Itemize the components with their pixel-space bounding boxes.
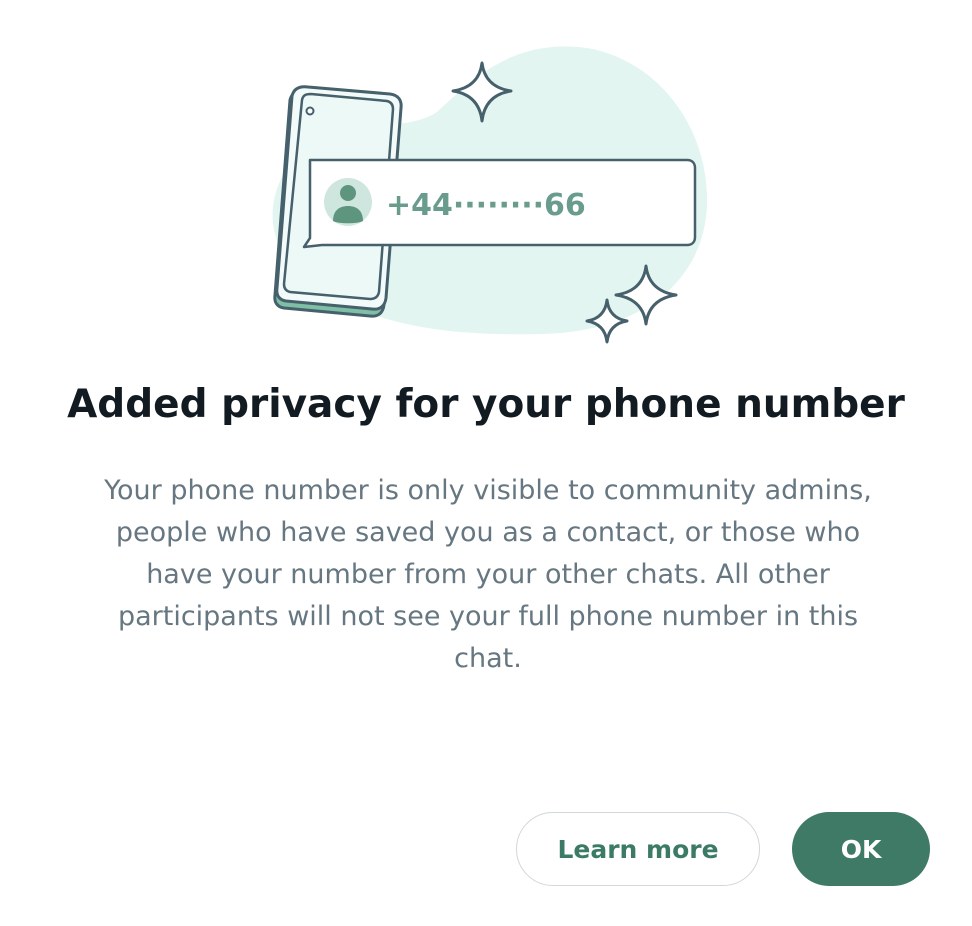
privacy-illustration: +44········66 (262, 40, 722, 350)
dialog-title: Added privacy for your phone number (67, 382, 905, 427)
masked-phone-number: +44········66 (386, 188, 586, 223)
illustration-svg: +44········66 (272, 46, 707, 344)
ok-button[interactable]: OK (792, 812, 930, 886)
learn-more-label: Learn more (557, 834, 719, 864)
privacy-dialog: +44········66 Added privacy for your pho… (0, 0, 972, 926)
ok-label: OK (840, 834, 882, 864)
dialog-body: Your phone number is only visible to com… (104, 475, 872, 674)
learn-more-button[interactable]: Learn more (516, 812, 760, 886)
contact-avatar-icon (324, 178, 372, 226)
number-bubble: +44········66 (302, 158, 697, 249)
